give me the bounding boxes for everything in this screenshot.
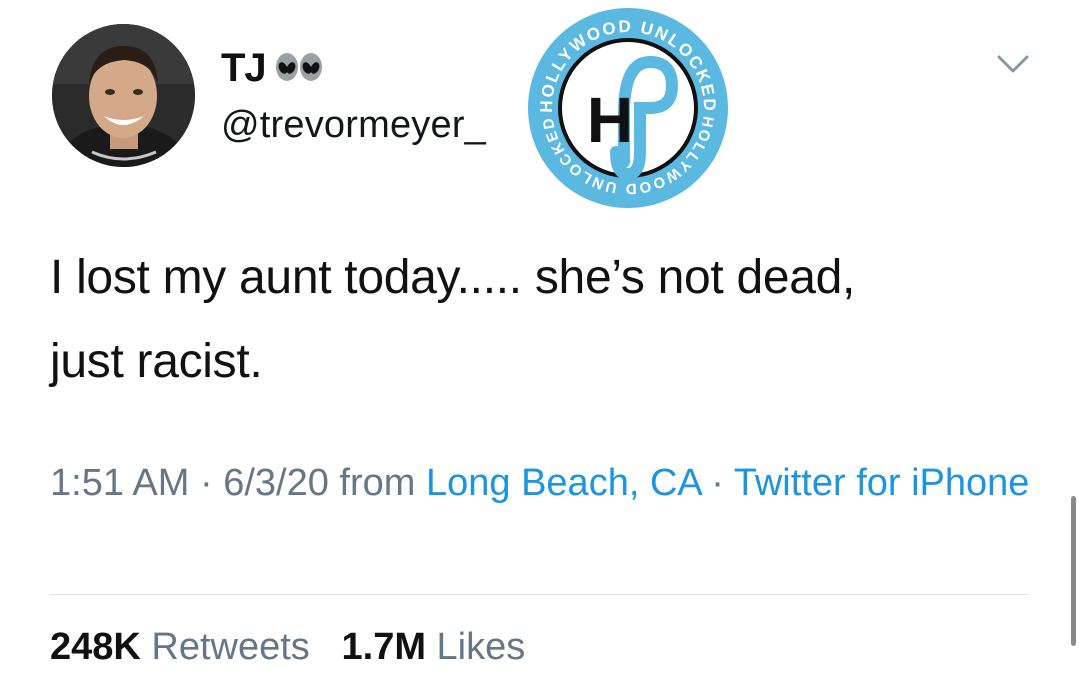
alien-icon xyxy=(274,49,324,89)
meta-separator: · xyxy=(189,462,224,504)
hollywood-unlocked-watermark-logo: HOLLYWOOD UNLOCKED HOLLYWOOD UNLOCKED H xyxy=(522,2,734,214)
divider xyxy=(50,594,1028,595)
likes-count: 1.7M xyxy=(341,626,426,668)
avatar[interactable] xyxy=(52,24,195,167)
retweets-count: 248K xyxy=(50,626,141,668)
tweet-time[interactable]: 1:51 AM xyxy=(50,462,189,504)
likes-stat[interactable]: 1.7M Likes xyxy=(342,626,526,668)
meta-separator: · xyxy=(700,462,734,504)
display-name[interactable]: TJ xyxy=(221,46,267,91)
tweet-text: I lost my aunt today..... she’s not dead… xyxy=(50,236,1050,404)
source-link[interactable]: Twitter for iPhone xyxy=(734,462,1030,504)
chevron-down-icon[interactable] xyxy=(996,52,1030,76)
retweets-stat[interactable]: 248K Retweets xyxy=(50,626,310,668)
tweet-stats: 248K Retweets 1.7M Likes xyxy=(50,626,525,669)
scrollbar[interactable] xyxy=(1071,496,1076,646)
meta-from: from xyxy=(328,462,426,504)
tweet-date[interactable]: 6/3/20 xyxy=(223,462,329,504)
tweet-text-line-2: just racist. xyxy=(50,335,263,388)
svg-text:H: H xyxy=(587,84,633,156)
tweet-meta: 1:51 AM · 6/3/20 from Long Beach, CA · T… xyxy=(50,455,1040,511)
retweets-label: Retweets xyxy=(151,626,310,668)
tweet-text-line-1: I lost my aunt today..... she’s not dead… xyxy=(50,251,856,304)
likes-label: Likes xyxy=(436,626,526,668)
name-row: TJ xyxy=(221,46,324,91)
location-link[interactable]: Long Beach, CA xyxy=(426,462,701,504)
user-handle[interactable]: @trevormeyer_ xyxy=(221,104,486,147)
